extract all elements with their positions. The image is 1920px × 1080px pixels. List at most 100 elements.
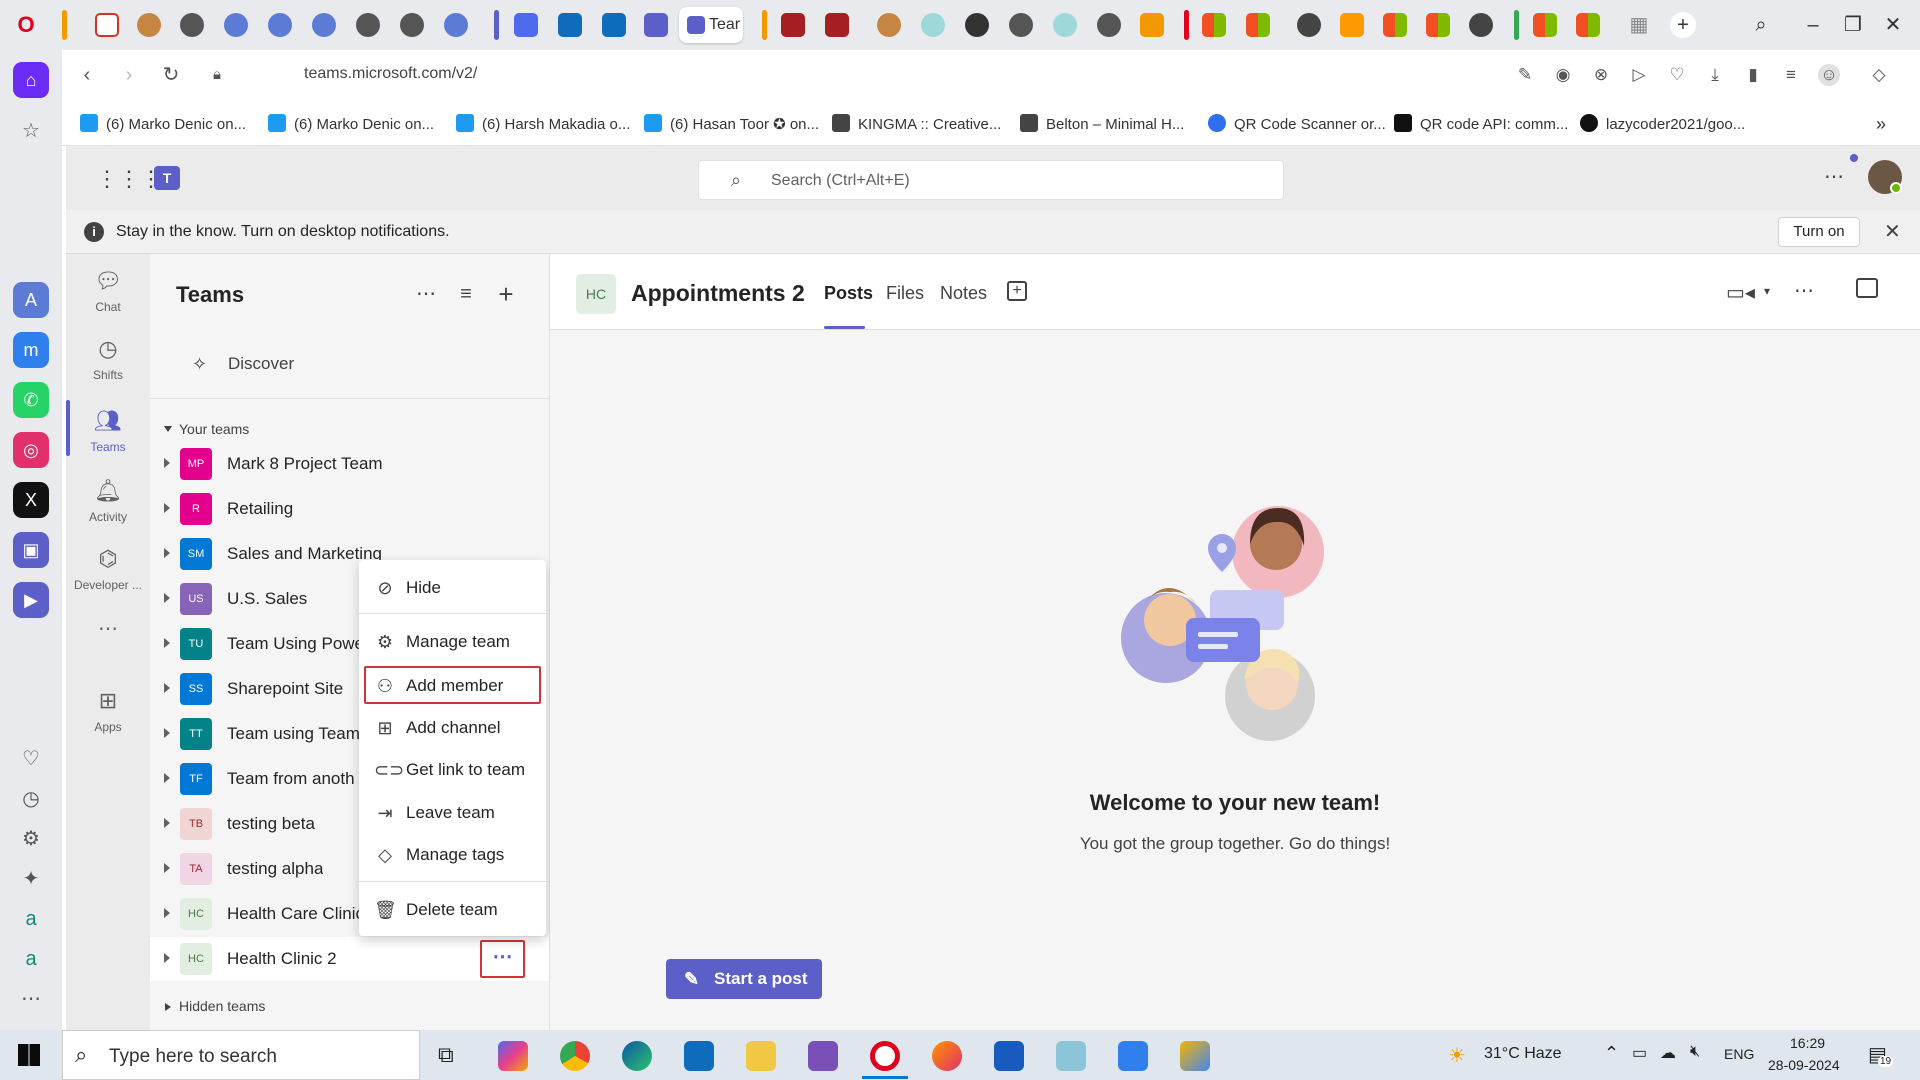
teams-logo-icon[interactable]: T [154, 166, 180, 190]
rail-item-activity[interactable]: 🔔︎ Activity [66, 470, 150, 536]
windows-start-icon[interactable] [18, 1044, 40, 1066]
extension-icon[interactable]: a [18, 946, 44, 972]
outlook-icon[interactable] [684, 1041, 714, 1071]
team-row[interactable]: MP Mark 8 Project Team [150, 442, 549, 486]
profile-icon[interactable]: ☺ [1818, 64, 1840, 86]
chatgpt-tab-icon[interactable] [1009, 13, 1033, 37]
chevron-right-icon[interactable] [164, 638, 170, 648]
camera-icon[interactable]: ◉ [1552, 64, 1574, 86]
restore-button[interactable]: ❐ [1840, 12, 1866, 38]
more-bookmarks-icon[interactable]: » [1876, 114, 1886, 135]
tab-overview-icon[interactable]: ▦ [1626, 12, 1652, 38]
analytics-tab-icon[interactable] [1140, 13, 1164, 37]
instagram-icon[interactable]: ◎ [13, 432, 49, 468]
add-tab-icon[interactable]: + [1007, 281, 1027, 301]
weather-text[interactable]: 31°C Haze [1484, 1045, 1562, 1063]
discover-link[interactable]: Discover [228, 354, 294, 374]
battery-icon[interactable]: ▭ [1632, 1043, 1647, 1063]
site-tab-icon[interactable] [825, 13, 849, 37]
microsoft-tab-icon[interactable] [1383, 13, 1407, 37]
menu-item-add-member[interactable]: ⚇ Add member [364, 666, 541, 704]
more-options-icon[interactable]: ⋯ [1794, 278, 1814, 303]
profile-tab-icon[interactable] [877, 13, 901, 37]
more-options-icon[interactable]: ⋯ [412, 280, 440, 308]
chevron-right-icon[interactable] [164, 908, 170, 918]
chevron-right-icon[interactable] [164, 773, 170, 783]
clock-time[interactable]: 16:29 [1790, 1035, 1825, 1051]
menu-item-manage-tags[interactable]: ◇ Manage tags [364, 835, 541, 873]
heart-icon[interactable]: ♡ [18, 746, 44, 772]
chrome-icon[interactable] [560, 1041, 590, 1071]
extension-icon[interactable]: a [18, 906, 44, 932]
menu-item-delete-team[interactable]: 🗑︎ Delete team [364, 890, 541, 928]
star-icon[interactable]: ☆ [18, 118, 44, 144]
more-icon[interactable]: ⋯ [18, 986, 44, 1012]
rail-item-teams[interactable]: 👥︎ Teams [66, 400, 150, 466]
aria-ai-icon[interactable]: A [13, 282, 49, 318]
microsoft-tab-icon[interactable] [1202, 13, 1226, 37]
chevron-right-icon[interactable] [164, 548, 170, 558]
menu-item-add-channel[interactable]: ⊞ Add channel [364, 708, 541, 746]
chevron-right-icon[interactable] [164, 683, 170, 693]
microsoft-tab-icon[interactable] [1246, 13, 1270, 37]
copilot-icon[interactable] [498, 1041, 528, 1071]
rail-item-shifts[interactable]: ◷ Shifts [66, 328, 150, 394]
app-icon[interactable] [1056, 1041, 1086, 1071]
weather-icon[interactable]: ☀ [1448, 1043, 1466, 1068]
chevron-right-icon[interactable] [164, 593, 170, 603]
rail-item-chat[interactable]: 💬︎ Chat [66, 260, 150, 326]
tab-notes[interactable]: Notes [940, 283, 987, 304]
site-tab-icon[interactable] [1469, 13, 1493, 37]
menu-item-hide[interactable]: ⊘ Hide [364, 568, 541, 606]
app-icon[interactable]: ▶ [13, 582, 49, 618]
minimize-button[interactable]: – [1800, 12, 1826, 38]
close-icon[interactable]: ✕ [1884, 219, 1901, 244]
url-text[interactable]: teams.microsoft.com/v2/ [304, 65, 477, 83]
play-icon[interactable]: ▷ [1628, 64, 1650, 86]
photos-icon[interactable] [1118, 1041, 1148, 1071]
bookmark-item[interactable]: (6) Marko Denic on... [268, 114, 434, 133]
back-button[interactable]: ‹ [74, 62, 100, 88]
edge-icon[interactable] [622, 1041, 652, 1071]
menu-item-leave-team[interactable]: ⇥ Leave team [364, 793, 541, 831]
bookmark-item[interactable]: (6) Marko Denic on... [80, 114, 246, 133]
microsoft-tab-icon[interactable] [1576, 13, 1600, 37]
chevron-up-icon[interactable]: ⌃ [1604, 1043, 1619, 1064]
turn-on-button[interactable]: Turn on [1778, 217, 1860, 247]
chatgpt-tab-icon[interactable] [180, 13, 204, 37]
outlook-tab-icon[interactable] [558, 13, 582, 37]
bookmark-item[interactable]: lazycoder2021/goo... [1580, 114, 1745, 133]
chevron-right-icon[interactable] [164, 863, 170, 873]
bookmark-item[interactable]: QR code API: comm... [1394, 114, 1568, 133]
clock-date[interactable]: 28-09-2024 [1768, 1057, 1840, 1073]
task-view-icon[interactable]: ⧉ [438, 1042, 454, 1068]
file-explorer-icon[interactable] [746, 1041, 776, 1071]
site-tab-icon[interactable] [1053, 13, 1077, 37]
site-tab-icon[interactable] [781, 13, 805, 37]
bookmark-item[interactable]: (6) Harsh Makadia o... [456, 114, 630, 133]
chatgpt-tab-icon[interactable] [1097, 13, 1121, 37]
hidden-teams-header[interactable]: Hidden teams [179, 998, 265, 1014]
chatgpt-tab-icon[interactable] [400, 13, 424, 37]
open-panel-icon[interactable] [1856, 278, 1878, 298]
history-icon[interactable]: ◷ [18, 786, 44, 812]
messenger-icon[interactable]: m [13, 332, 49, 368]
settings-icon[interactable]: ⚙ [18, 826, 44, 852]
edit-icon[interactable]: ✎ [1514, 64, 1536, 86]
chevron-right-icon[interactable] [164, 458, 170, 468]
visual-studio-icon[interactable] [808, 1041, 838, 1071]
adblock-icon[interactable]: ⊗ [1590, 64, 1612, 86]
close-window-button[interactable]: ✕ [1880, 12, 1906, 38]
site-tab-icon[interactable] [921, 13, 945, 37]
lock-icon[interactable]: 🔒︎ [204, 62, 230, 88]
start-post-button[interactable]: ✎ Start a post [666, 959, 822, 999]
tab-files[interactable]: Files [886, 283, 924, 304]
firefox-icon[interactable] [932, 1041, 962, 1071]
profile-tab-icon[interactable] [137, 13, 161, 37]
app-launcher-icon[interactable]: ⋮⋮⋮ [96, 166, 162, 192]
site-tab-icon[interactable] [1297, 13, 1321, 37]
chevron-right-icon[interactable] [164, 818, 170, 828]
extensions-icon[interactable]: ◇ [1868, 64, 1890, 86]
team-more-options-button[interactable]: ⋯ [480, 940, 525, 978]
site-tab-icon[interactable] [965, 13, 989, 37]
